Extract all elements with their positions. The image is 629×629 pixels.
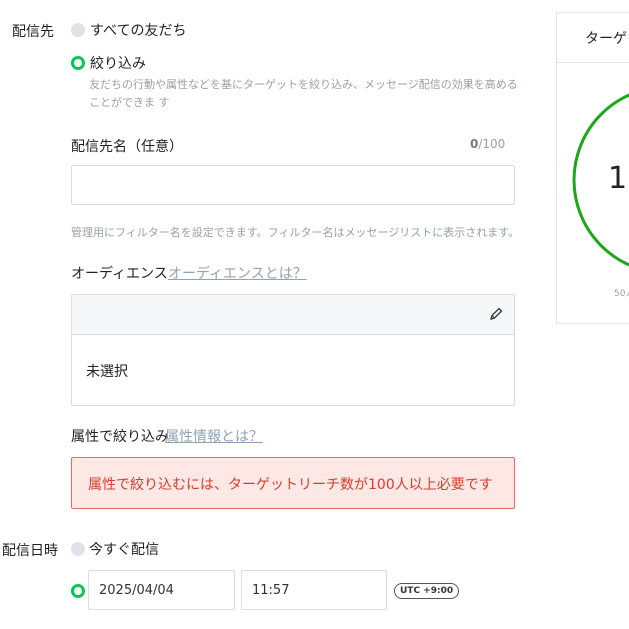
pencil-icon[interactable] bbox=[488, 306, 504, 322]
audience-label: オーディエンス bbox=[71, 266, 168, 282]
target-card: ターゲッ 10 50人 bbox=[556, 12, 629, 324]
name-char-counter: 0/100 bbox=[470, 137, 505, 151]
target-card-title: ターゲッ bbox=[585, 31, 629, 47]
radio-all-friends[interactable] bbox=[71, 23, 85, 37]
recipient-name-label: 配信先名（任意） bbox=[71, 139, 183, 155]
timezone-badge: UTC +9:00 bbox=[394, 583, 460, 599]
audience-value: 未選択 bbox=[86, 364, 128, 380]
target-card-header: ターゲッ bbox=[557, 13, 629, 63]
audience-help-link[interactable]: オーディエンスとは？ bbox=[168, 263, 307, 283]
option-send-now-label[interactable]: 今すぐ配信 bbox=[89, 539, 159, 559]
attribute-help-link[interactable]: 属性情報とは？ bbox=[165, 426, 263, 446]
name-help-text: 管理用にフィルター名を設定できます。フィルター名はメッセージリストに表示されます… bbox=[71, 226, 520, 239]
attribute-filter-label: 属性で絞り込み bbox=[71, 429, 169, 445]
radio-filter[interactable] bbox=[71, 56, 85, 70]
date-value: 2025/04/04 bbox=[99, 583, 174, 598]
date-input[interactable]: 2025/04/04 bbox=[88, 570, 235, 610]
recipient-name-input[interactable] bbox=[71, 165, 515, 205]
audience-panel-header bbox=[72, 295, 514, 335]
option-filter-label[interactable]: 絞り込み bbox=[90, 53, 146, 73]
radio-send-now[interactable] bbox=[71, 542, 85, 556]
attribute-alert: 属性で絞り込むには、ターゲットリーチ数が100人以上必要です bbox=[71, 457, 515, 509]
name-char-max: /100 bbox=[478, 137, 506, 151]
radio-scheduled[interactable] bbox=[71, 584, 85, 598]
schedule-label: 配信日時 bbox=[2, 543, 58, 559]
option-all-friends-label[interactable]: すべての友だち bbox=[90, 20, 186, 40]
target-footnote: 50人 bbox=[614, 289, 629, 299]
time-value: 11:57 bbox=[252, 583, 290, 598]
time-input[interactable]: 11:57 bbox=[241, 570, 387, 610]
target-big-value: 10 bbox=[608, 161, 629, 196]
attribute-alert-text: 属性で絞り込むには、ターゲットリーチ数が100人以上必要です bbox=[88, 477, 493, 493]
audience-panel: 未選択 bbox=[71, 294, 515, 406]
filter-help-text: 友だちの行動や属性などを基にターゲットを絞り込み、メッセージ配信の効果を高めるこ… bbox=[89, 78, 518, 109]
delivery-label: 配信先 bbox=[12, 24, 54, 40]
